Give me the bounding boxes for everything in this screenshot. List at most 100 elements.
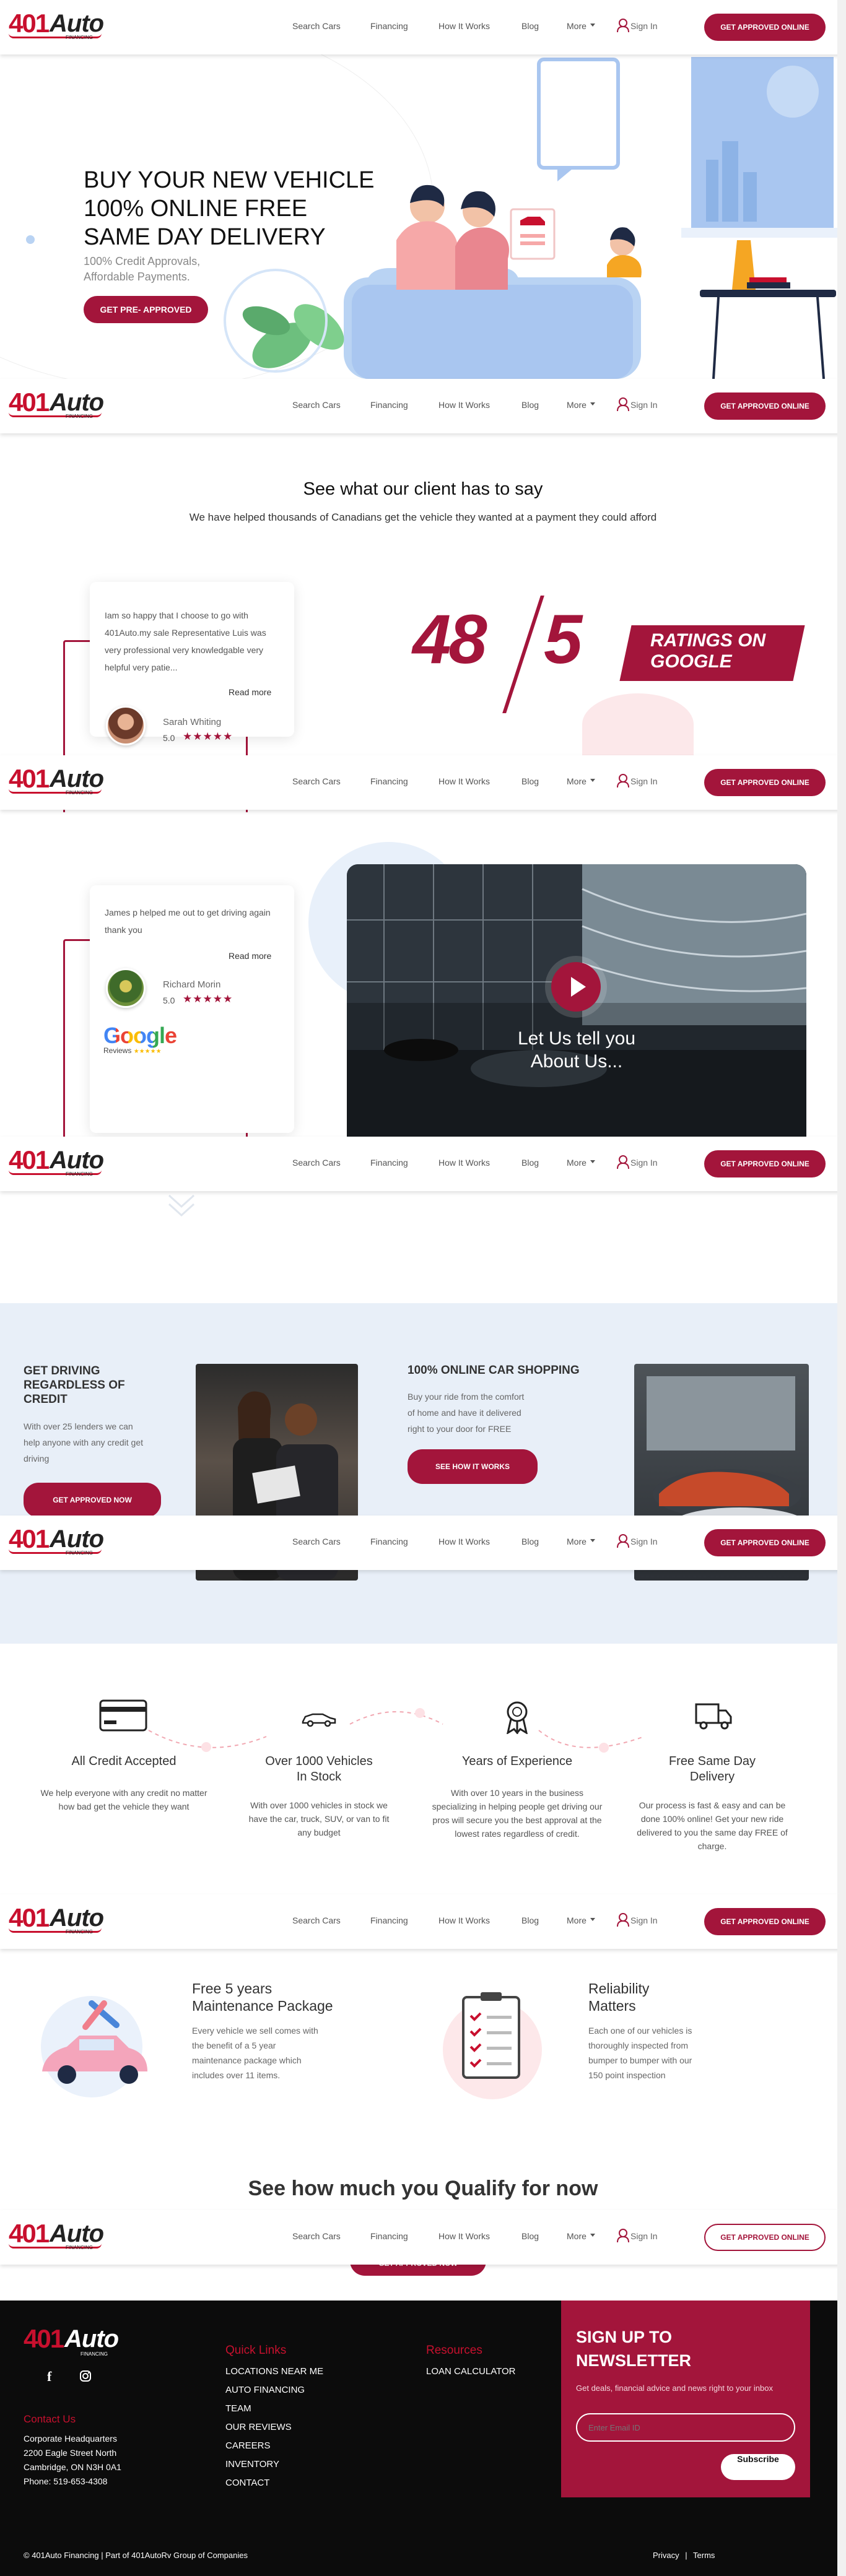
testimonials-subtitle: We have helped thousands of Canadians ge… [189,511,657,523]
quick-link-reviews[interactable]: OUR REVIEWS [225,2418,323,2437]
user-icon[interactable] [616,1533,630,1548]
nav-blog[interactable]: Blog [521,1158,539,1168]
newsletter-email-input[interactable] [576,2413,795,2442]
contact-line-1: Corporate Headquarters [24,2434,117,2444]
nav-blog[interactable]: Blog [521,400,539,410]
get-approved-online-button[interactable]: GET APPROVED ONLINE [704,1908,826,1935]
user-icon[interactable] [616,18,630,33]
see-how-it-works-button[interactable]: SEE HOW IT WORKS [408,1449,538,1484]
quick-links-list: LOCATIONS NEAR ME AUTO FINANCING TEAM OU… [225,2362,323,2492]
chevron-down-icon [590,779,595,782]
nav-blog[interactable]: Blog [521,21,539,31]
read-more-link[interactable]: Read more [229,687,271,697]
quick-link-auto-financing[interactable]: AUTO FINANCING [225,2381,323,2400]
maintenance-title-1: Free 5 years [192,1980,273,1997]
privacy-link[interactable]: Privacy [653,2551,679,2560]
get-approved-online-button[interactable]: GET APPROVED ONLINE [704,1150,826,1177]
page-scrollbar[interactable] [837,0,846,2576]
nav-blog[interactable]: Blog [521,2231,539,2241]
header-logo[interactable]: 401 Auto FINANCING [9,388,104,425]
nav-search-cars[interactable]: Search Cars [292,776,341,786]
nav-more[interactable]: More [567,2231,587,2241]
nav-more[interactable]: More [567,1537,587,1546]
sign-in-link[interactable]: Sign In [630,1915,658,1925]
nav-financing[interactable]: Financing [370,1158,408,1168]
subscribe-button[interactable]: Subscribe [721,2454,795,2480]
sign-in-link[interactable]: Sign In [630,1537,658,1546]
header-logo[interactable]: 401 Auto FINANCING [9,1524,104,1561]
get-approved-online-button[interactable]: GET APPROVED ONLINE [704,2224,826,2251]
user-icon[interactable] [616,1912,630,1927]
nav-how-it-works[interactable]: How It Works [438,400,490,410]
user-icon[interactable] [616,2228,630,2243]
get-pre-approved-button[interactable]: GET PRE- APPROVED [84,296,208,323]
nav-more[interactable]: More [567,776,587,786]
nav-blog[interactable]: Blog [521,1915,539,1925]
quick-link-contact[interactable]: CONTACT [225,2474,323,2492]
nav-blog[interactable]: Blog [521,776,539,786]
facebook-icon[interactable]: f [47,2369,51,2385]
play-button[interactable] [551,962,601,1012]
newsletter-text: Get deals, financial advice and news rig… [576,2383,773,2393]
read-more-link-2[interactable]: Read more [229,951,271,961]
user-icon[interactable] [616,1155,630,1169]
get-approved-online-button[interactable]: GET APPROVED ONLINE [704,392,826,420]
resource-link-loan-calculator[interactable]: LOAN CALCULATOR [426,2362,516,2381]
chevron-down-icon [168,1194,195,1217]
nav-financing[interactable]: Financing [370,1915,408,1925]
nav-search-cars[interactable]: Search Cars [292,1915,341,1925]
nav-how-it-works[interactable]: How It Works [438,1158,490,1168]
nav-search-cars[interactable]: Search Cars [292,2231,341,2241]
nav-financing[interactable]: Financing [370,1537,408,1546]
sign-in-link[interactable]: Sign In [630,2231,658,2241]
header-logo[interactable]: 401 Auto FINANCING [9,1903,104,1940]
quick-link-team[interactable]: TEAM [225,2400,323,2418]
nav-more[interactable]: More [567,1915,587,1925]
nav-more[interactable]: More [567,400,587,410]
contact-phone[interactable]: Phone: 519-653-4308 [24,2474,121,2489]
get-approved-now-button[interactable]: GET APPROVED NOW [24,1483,161,1517]
nav-how-it-works[interactable]: How It Works [438,776,490,786]
nav-search-cars[interactable]: Search Cars [292,400,341,410]
footer-logo-script: Auto [64,2325,119,2353]
hero-dot [26,235,35,244]
reviewer-avatar-2 [106,968,146,1008]
feature-title-1: All Credit Accepted [71,1754,177,1768]
sign-in-link[interactable]: Sign In [630,400,658,410]
promo-left-title-1: GET DRIVING [24,1364,100,1377]
nav-search-cars[interactable]: Search Cars [292,1158,341,1168]
nav-search-cars[interactable]: Search Cars [292,1537,341,1546]
instagram-icon[interactable] [79,2370,92,2382]
nav-financing[interactable]: Financing [370,21,408,31]
nav-financing[interactable]: Financing [370,2231,408,2241]
nav-blog[interactable]: Blog [521,1537,539,1546]
sign-in-link[interactable]: Sign In [630,776,658,786]
terms-link[interactable]: Terms [693,2551,715,2560]
nav-how-it-works[interactable]: How It Works [438,21,490,31]
video-thumbnail[interactable]: Let Us tell you About Us... [347,864,806,1137]
nav-more[interactable]: More [567,1158,587,1168]
chevron-down-icon [590,1160,595,1163]
sign-in-link[interactable]: Sign In [630,1158,658,1168]
nav-more[interactable]: More [567,21,587,31]
header-logo[interactable]: 401 Auto FINANCING [9,1145,104,1182]
header-logo[interactable]: 401 Auto FINANCING [9,2219,104,2256]
user-icon[interactable] [616,397,630,412]
header-logo[interactable]: 401 Auto FINANCING [9,764,104,801]
get-approved-online-button[interactable]: GET APPROVED ONLINE [704,1529,826,1556]
quick-link-careers[interactable]: CAREERS [225,2437,323,2455]
quick-link-inventory[interactable]: INVENTORY [225,2455,323,2474]
header-logo[interactable]: 401 Auto FINANCING [9,9,104,46]
nav-how-it-works[interactable]: How It Works [438,1537,490,1546]
quick-link-locations[interactable]: LOCATIONS NEAR ME [225,2362,323,2381]
get-approved-online-button[interactable]: GET APPROVED ONLINE [704,769,826,796]
nav-financing[interactable]: Financing [370,400,408,410]
nav-how-it-works[interactable]: How It Works [438,2231,490,2241]
promo-left-title-2: REGARDLESS OF [24,1379,125,1392]
get-approved-online-button[interactable]: GET APPROVED ONLINE [704,14,826,41]
nav-financing[interactable]: Financing [370,776,408,786]
nav-search-cars[interactable]: Search Cars [292,21,341,31]
sign-in-link[interactable]: Sign In [630,21,658,31]
user-icon[interactable] [616,773,630,788]
nav-how-it-works[interactable]: How It Works [438,1915,490,1925]
